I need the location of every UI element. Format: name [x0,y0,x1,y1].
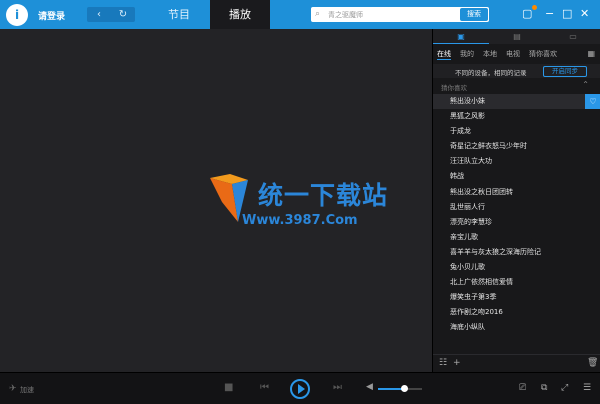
subtabs: 在线 我的 本地 电视 猜你喜欢 ▦ [437,47,597,61]
collapse-icon[interactable]: ⌃ [582,80,589,89]
subtab-tv[interactable]: 电视 [506,49,520,59]
search-input[interactable]: 青之驱魔师 [328,10,363,20]
app-logo: i [6,4,28,26]
heart-icon[interactable]: ♡ [585,94,600,109]
list-item[interactable]: 熊出没小妹 ♡ [433,94,600,110]
watermark-site: Www.3987.Com [242,213,358,228]
previous-icon[interactable]: ⏮ [260,382,269,393]
search-box: ⌕ 青之驱魔师 搜索 [311,7,489,22]
list-item[interactable]: 汪汪队立大功 [433,154,600,169]
list-item[interactable]: 北上广依然相信爱情 [433,275,600,290]
list-item[interactable]: 韩战 [433,169,600,184]
playlist: 熊出没小妹 ♡ 黑狐之风影 于成龙 奇星记之鲜衣怒马少年时 汪汪队立大功 韩战 熊… [433,94,600,336]
list-item[interactable]: 恶作剧之吻2016 [433,305,600,320]
list-item[interactable]: 亲宝儿歌 [433,230,600,245]
play-button[interactable] [290,379,310,399]
watermark-title: 统一下载站 [258,181,389,210]
accelerate-label[interactable]: 加速 [20,385,34,395]
pip-icon[interactable]: ⧉ [541,383,547,393]
section-label: 猜你喜欢 [441,84,467,92]
history-nav: ‹ ↻ [87,7,135,22]
grid-view-icon[interactable]: ▦ [587,49,595,58]
next-icon[interactable]: ⏭ [333,382,342,393]
login-link[interactable]: 请登录 [38,9,65,22]
rocket-icon[interactable]: ✈ [9,384,17,394]
title-bar: i 请登录 ‹ ↻ 节目 播放 ⌕ 青之驱魔师 搜索 ▢ − □ ✕ [0,0,600,29]
tab-play[interactable]: 播放 [210,0,270,29]
screen-cast-icon[interactable]: ⎚ [519,383,526,393]
minimize-icon[interactable]: − [545,6,554,22]
subtab-recommend[interactable]: 猜你喜欢 [529,49,557,59]
list-item[interactable]: 于成龙 [433,124,600,139]
add-icon[interactable]: + [453,358,461,368]
subtab-mine[interactable]: 我的 [460,49,474,59]
panel-footer: ☷ + 🗑 [433,354,600,372]
skin-icon[interactable]: ▢ [522,6,532,22]
stop-icon[interactable]: ■ [224,382,233,393]
sync-message: 不同的设备，相同的记录 [455,69,527,77]
volume-icon[interactable]: ◀ [366,382,373,392]
list-item[interactable]: 奇星记之鲜衣怒马少年时 [433,139,600,154]
search-button[interactable]: 搜索 [460,8,488,21]
trash-icon[interactable]: 🗑 [587,358,598,368]
maximize-icon[interactable]: □ [562,6,572,22]
refresh-icon[interactable]: ↻ [111,7,135,22]
list-item[interactable]: 喜羊羊与灰太狼之深海历险记 [433,245,600,260]
playlist-panel: ▣ ▤ ▭ 在线 我的 本地 电视 猜你喜欢 ▦ 不同的设备，相同的记录 开启同… [432,29,600,372]
close-icon[interactable]: ✕ [580,6,589,22]
volume-knob[interactable] [401,385,409,392]
list-item[interactable]: 兔小贝儿歌 [433,260,600,275]
tab-program[interactable]: 节目 [150,0,208,29]
playlist-tab-icon[interactable]: ▣ [433,29,489,44]
list-item[interactable]: 乱世丽人行 [433,200,600,215]
list-item[interactable]: 熊出没之秋日团团转 [433,185,600,200]
section-header: 猜你喜欢 ⌃ [433,80,600,92]
subtab-online[interactable]: 在线 [437,49,451,60]
folder-tab-icon[interactable]: ▤ [489,29,545,44]
sync-button[interactable]: 开启同步 [543,66,587,77]
list-item[interactable]: 爆笑虫子第3季 [433,290,600,305]
list-item[interactable]: 海底小纵队 [433,320,600,335]
search-icon: ⌕ [315,9,321,19]
subtab-local[interactable]: 本地 [483,49,497,59]
control-bar: ✈ 加速 ■ ⏮ ⏭ ◀ ⎚ ⧉ ⤢ ☰ [0,372,600,404]
menu-icon[interactable]: ☰ [583,383,591,393]
sync-bar: 不同的设备，相同的记录 开启同步 [433,64,600,78]
play-icon [298,384,305,394]
list-item[interactable]: 黑狐之风影 [433,109,600,124]
fullscreen-icon[interactable]: ⤢ [561,383,568,393]
chat-tab-icon[interactable]: ▭ [545,29,600,44]
panel-tabs: ▣ ▤ ▭ [433,29,600,44]
notification-dot [532,5,537,10]
back-icon[interactable]: ‹ [87,7,111,22]
list-item[interactable]: 漂亮的李慧珍 [433,215,600,230]
volume-slider[interactable] [378,385,422,392]
list-view-icon[interactable]: ☷ [439,358,447,368]
